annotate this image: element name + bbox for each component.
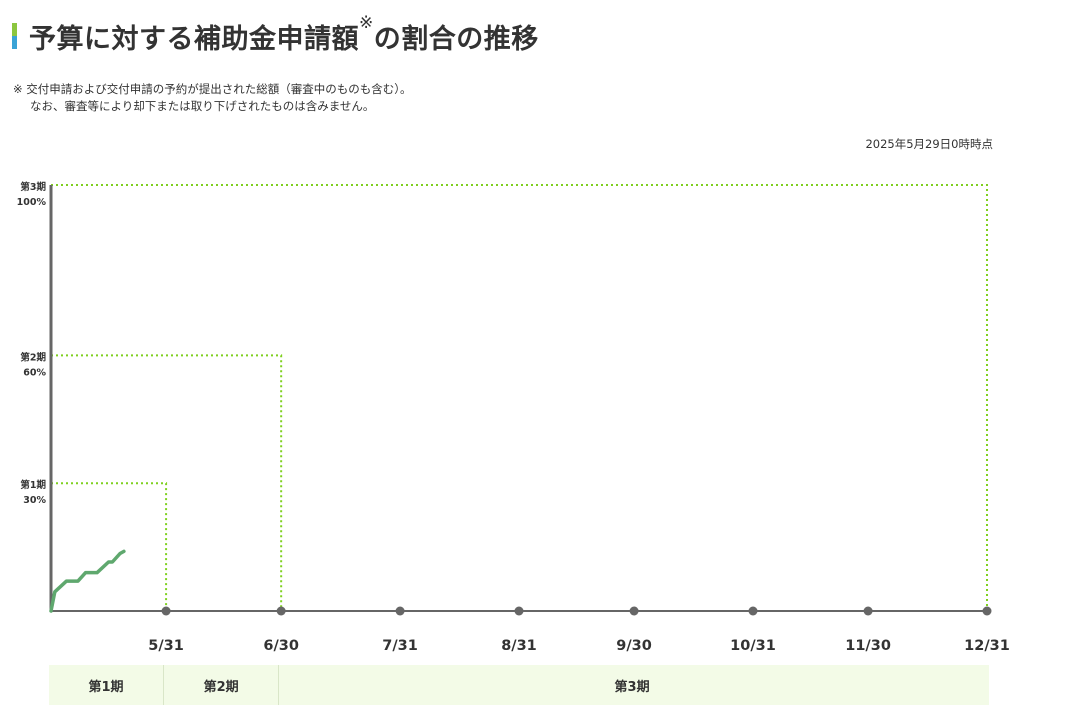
series-point-1-3	[65, 579, 68, 583]
threshold-line-1	[51, 482, 168, 611]
x-tick-label-7: 11/30	[845, 638, 891, 654]
x-tick-dot-2	[276, 606, 286, 616]
x-tick-label-1: 5/31	[148, 638, 184, 654]
threshold-value-2: 60%	[23, 367, 46, 378]
x-tick-dot-3	[395, 606, 405, 616]
x-tick-label-6: 10/31	[730, 638, 776, 654]
threshold-value-3: 100%	[17, 197, 47, 208]
series-point-1-1	[49, 609, 53, 613]
period-cell-1: 第1期	[49, 665, 165, 705]
x-tick-label-2: 6/30	[263, 638, 299, 654]
x-tick-dot-7	[863, 606, 873, 616]
x-tick-dot-8	[982, 606, 992, 616]
x-tick-label-4: 8/31	[501, 638, 537, 654]
series-point-1-10	[122, 550, 126, 553]
x-tick-dot-4	[514, 606, 524, 616]
threshold-value-1: 30%	[23, 495, 46, 506]
chart-svg: 第1期 30% 第2期 60% 第3期 100% 5/31 6/30 7/31 8/31 9/30 1…	[17, 181, 1010, 654]
threshold-line-3	[51, 184, 988, 611]
series-point-1-9	[118, 552, 122, 555]
period-cell-3: 第3期	[614, 679, 650, 695]
series-point-1-6	[95, 571, 99, 574]
x-tick-label-3: 7/31	[382, 638, 418, 654]
x-tick-dot-5	[629, 606, 639, 616]
x-tick-dot-6	[748, 606, 758, 616]
threshold-label-3: 第3期	[20, 181, 46, 193]
series-line-1	[49, 549, 126, 613]
series-point-1-7	[107, 560, 110, 564]
x-tick-dot-1	[161, 606, 171, 616]
period-band: 第1期 第2期 第3期	[49, 665, 989, 705]
threshold-label-1: 第1期	[20, 479, 46, 491]
threshold-label-2: 第2期	[20, 351, 46, 363]
x-tick-label-8: 12/31	[964, 638, 1010, 654]
series-point-1-4	[76, 579, 80, 583]
series-point-1-5	[84, 571, 87, 574]
x-tick-label-5: 9/30	[616, 638, 652, 654]
series-point-1-2	[53, 590, 57, 594]
series-point-1-8	[111, 560, 114, 564]
period-cell-2: 第2期	[164, 665, 280, 705]
